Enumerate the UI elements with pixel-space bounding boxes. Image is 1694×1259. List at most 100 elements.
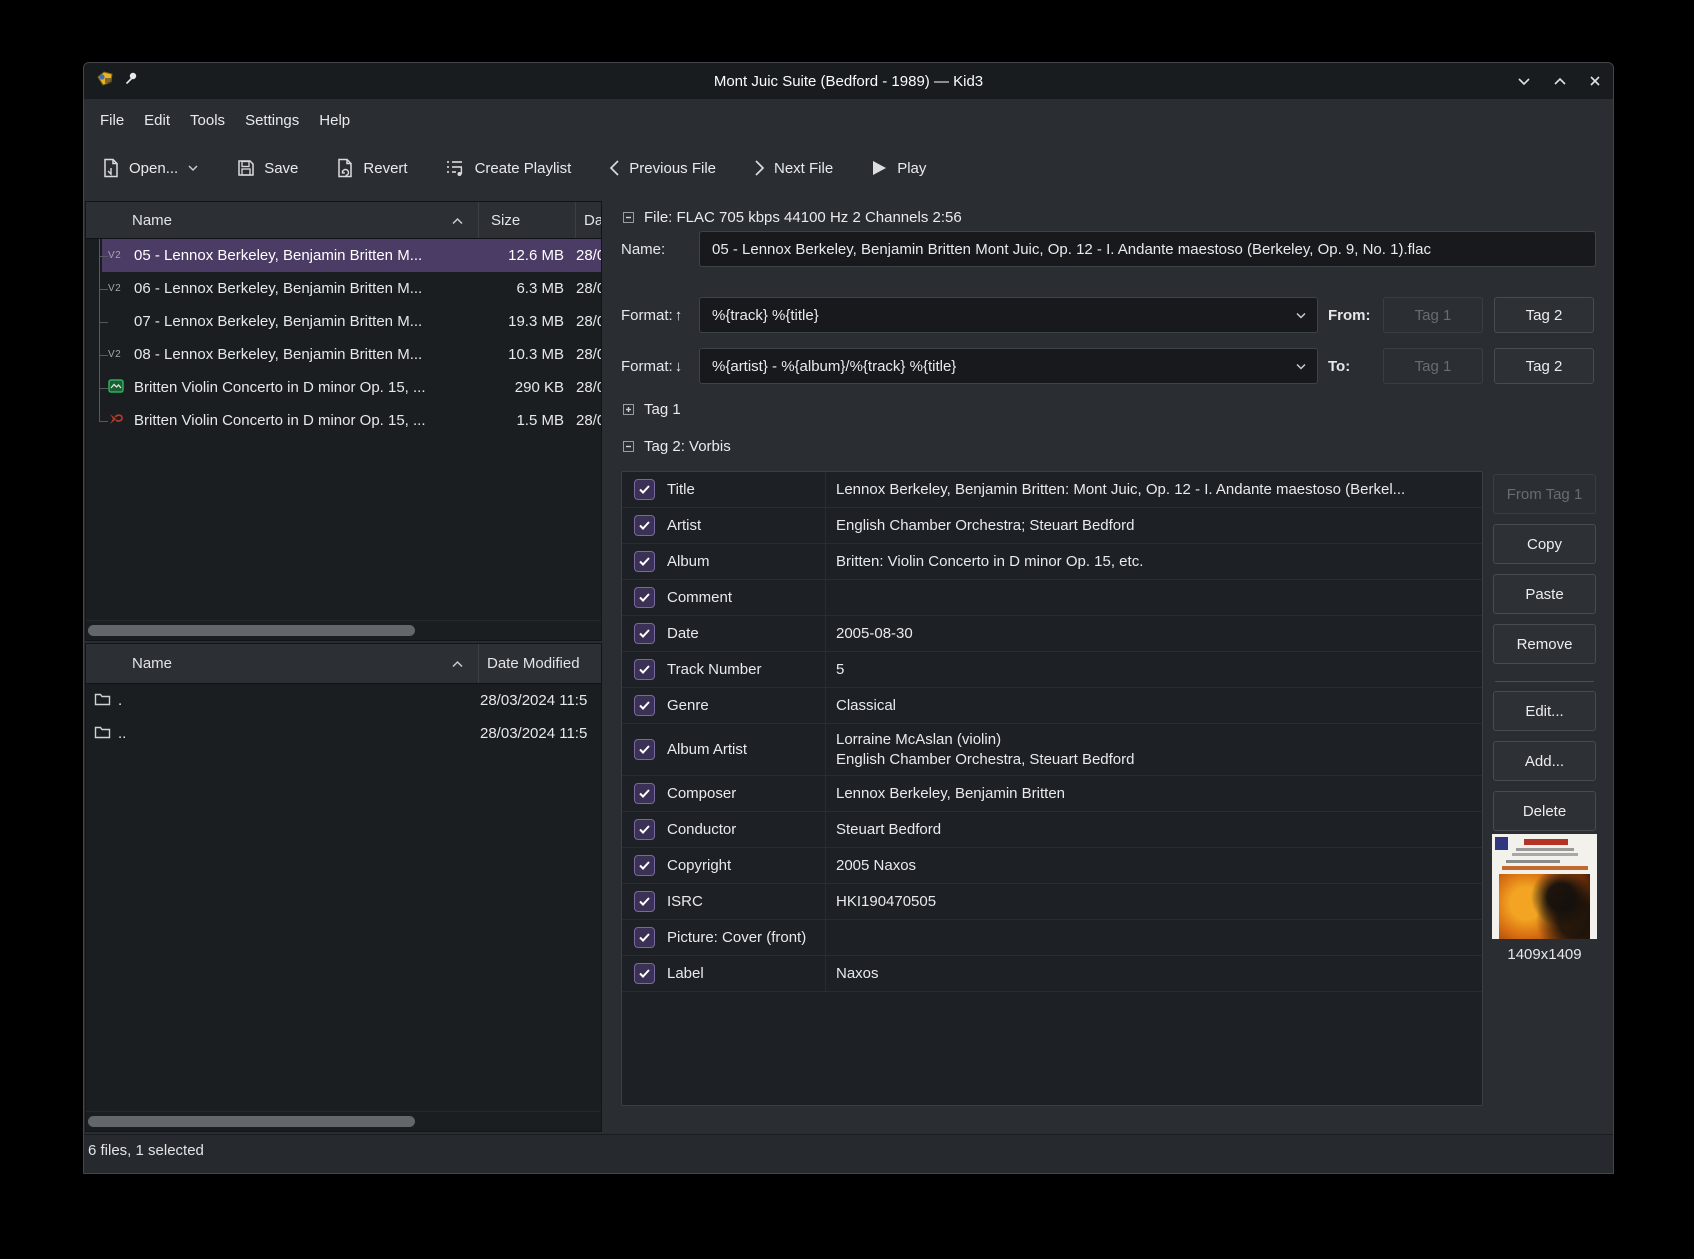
picture-dimensions-label: 1409x1409 — [1492, 946, 1597, 963]
format-from-filename-combobox[interactable]: %{track} %{title} — [699, 297, 1318, 333]
chevron-down-icon — [1295, 307, 1307, 324]
next-file-label: Next File — [774, 160, 833, 177]
file-row[interactable]: 07 - Lennox Berkeley, Benjamin Britten M… — [86, 305, 601, 338]
tree-branch — [86, 404, 108, 437]
menu-settings[interactable]: Settings — [235, 106, 309, 135]
tag-row-genre: Genre Classical — [622, 688, 1482, 724]
file-row[interactable]: Britten Violin Concerto in D minor Op. 1… — [86, 371, 601, 404]
file-row[interactable]: Britten Violin Concerto in D minor Op. 1… — [86, 404, 601, 437]
tag2-section-header[interactable]: Tag 2: Vorbis — [623, 438, 731, 455]
paste-button[interactable]: Paste — [1493, 574, 1596, 614]
file-row[interactable]: V2 05 - Lennox Berkeley, Benjamin Britte… — [86, 239, 601, 272]
checkbox[interactable] — [634, 783, 655, 804]
sort-ascending-icon — [451, 212, 464, 229]
play-icon — [871, 159, 888, 177]
checkbox[interactable] — [634, 659, 655, 680]
id3v2-tag-icon: V2 — [108, 349, 121, 360]
chevron-right-icon — [754, 159, 765, 177]
menu-file[interactable]: File — [90, 106, 134, 135]
maximize-icon[interactable] — [1553, 77, 1567, 86]
tag-row-artist: Artist English Chamber Orchestra; Steuar… — [622, 508, 1482, 544]
checkbox[interactable] — [634, 963, 655, 984]
scrollbar-thumb[interactable] — [88, 625, 415, 636]
divider — [1495, 681, 1594, 682]
name-label: Name: — [621, 231, 665, 267]
tag-row-copyright: Copyright 2005 Naxos — [622, 848, 1482, 884]
save-icon — [237, 159, 255, 177]
column-header-name[interactable]: Name — [86, 644, 478, 683]
open-dropdown-icon[interactable] — [187, 164, 199, 172]
add-button[interactable]: Add... — [1493, 741, 1596, 781]
folder-list-panel: Name Date Modified . 28/03/2024 11:5 .. … — [85, 643, 602, 1132]
tree-branch — [86, 239, 108, 272]
cover-photo — [1499, 874, 1590, 939]
menu-help[interactable]: Help — [309, 106, 360, 135]
file-section-header[interactable]: File: FLAC 705 kbps 44100 Hz 2 Channels … — [623, 209, 962, 226]
checkbox[interactable] — [634, 891, 655, 912]
from-tag1-button[interactable]: Tag 1 — [1383, 297, 1483, 333]
column-header-size[interactable]: Size — [478, 202, 575, 238]
menu-tools[interactable]: Tools — [180, 106, 235, 135]
copy-button[interactable]: Copy — [1493, 524, 1596, 564]
file-list-panel: Name Size Dat V2 05 - Lennox Berkeley, B… — [85, 201, 602, 641]
kid3-window: Mont Juic Suite (Bedford - 1989) — Kid3 … — [83, 62, 1614, 1174]
close-icon[interactable] — [1589, 75, 1601, 87]
checkbox[interactable] — [634, 587, 655, 608]
album-art-thumbnail[interactable] — [1492, 834, 1597, 939]
arrow-up-icon: ↑ — [675, 307, 683, 324]
folder-row[interactable]: . 28/03/2024 11:5 — [86, 684, 601, 717]
edit-button[interactable]: Edit... — [1493, 691, 1596, 731]
tag-row-label: Label Naxos — [622, 956, 1482, 992]
to-tag2-button[interactable]: Tag 2 — [1494, 348, 1594, 384]
checkbox[interactable] — [634, 855, 655, 876]
from-tag2-button[interactable]: Tag 2 — [1494, 297, 1594, 333]
toolbar: Open... Save Revert Create Playlist Prev… — [84, 141, 1613, 195]
expand-icon — [623, 404, 634, 415]
checkbox[interactable] — [634, 479, 655, 500]
create-playlist-button[interactable]: Create Playlist — [442, 153, 576, 183]
column-header-date[interactable]: Dat — [575, 202, 601, 238]
file-list-header: Name Size Dat — [86, 202, 601, 239]
open-button[interactable]: Open... — [98, 152, 203, 184]
column-header-name[interactable]: Name — [86, 202, 478, 238]
horizontal-scrollbar[interactable] — [86, 1111, 601, 1131]
menu-edit[interactable]: Edit — [134, 106, 180, 135]
previous-file-button[interactable]: Previous File — [605, 153, 720, 183]
checkbox[interactable] — [634, 927, 655, 948]
scrollbar-thumb[interactable] — [88, 1116, 415, 1127]
folder-icon — [94, 725, 111, 743]
save-button[interactable]: Save — [233, 153, 302, 183]
status-text: 6 files, 1 selected — [88, 1142, 204, 1159]
remove-button[interactable]: Remove — [1493, 624, 1596, 664]
format-to-filename-combobox[interactable]: %{artist} - %{album}/%{track} %{title} — [699, 348, 1318, 384]
column-header-date-modified[interactable]: Date Modified — [478, 644, 601, 683]
checkbox[interactable] — [634, 695, 655, 716]
checkbox[interactable] — [634, 819, 655, 840]
revert-button[interactable]: Revert — [332, 152, 411, 184]
file-row[interactable]: V2 06 - Lennox Berkeley, Benjamin Britte… — [86, 272, 601, 305]
image-file-icon — [108, 379, 124, 397]
checkbox[interactable] — [634, 623, 655, 644]
titlebar[interactable]: Mont Juic Suite (Bedford - 1989) — Kid3 — [84, 63, 1613, 99]
checkbox[interactable] — [634, 551, 655, 572]
collapse-icon — [623, 441, 634, 452]
tag-row-picture: Picture: Cover (front) — [622, 920, 1482, 956]
delete-button[interactable]: Delete — [1493, 791, 1596, 831]
to-tag1-button[interactable]: Tag 1 — [1383, 348, 1483, 384]
minimize-icon[interactable] — [1517, 77, 1531, 86]
tag-row-conductor: Conductor Steuart Bedford — [622, 812, 1482, 848]
horizontal-scrollbar[interactable] — [86, 620, 601, 640]
open-label: Open... — [129, 160, 178, 177]
file-row[interactable]: V2 08 - Lennox Berkeley, Benjamin Britte… — [86, 338, 601, 371]
play-button[interactable]: Play — [867, 153, 930, 183]
file-rows: V2 05 - Lennox Berkeley, Benjamin Britte… — [86, 239, 601, 437]
checkbox[interactable] — [634, 515, 655, 536]
checkbox[interactable] — [634, 739, 655, 760]
next-file-button[interactable]: Next File — [750, 153, 837, 183]
filename-input[interactable]: 05 - Lennox Berkeley, Benjamin Britten M… — [699, 231, 1596, 267]
from-tag1-copy-button[interactable]: From Tag 1 — [1493, 474, 1596, 514]
tag1-section-header[interactable]: Tag 1 — [623, 401, 681, 418]
pin-icon[interactable] — [124, 72, 138, 91]
folder-row[interactable]: .. 28/03/2024 11:5 — [86, 717, 601, 750]
tag2-label: Tag 2: Vorbis — [644, 438, 731, 455]
